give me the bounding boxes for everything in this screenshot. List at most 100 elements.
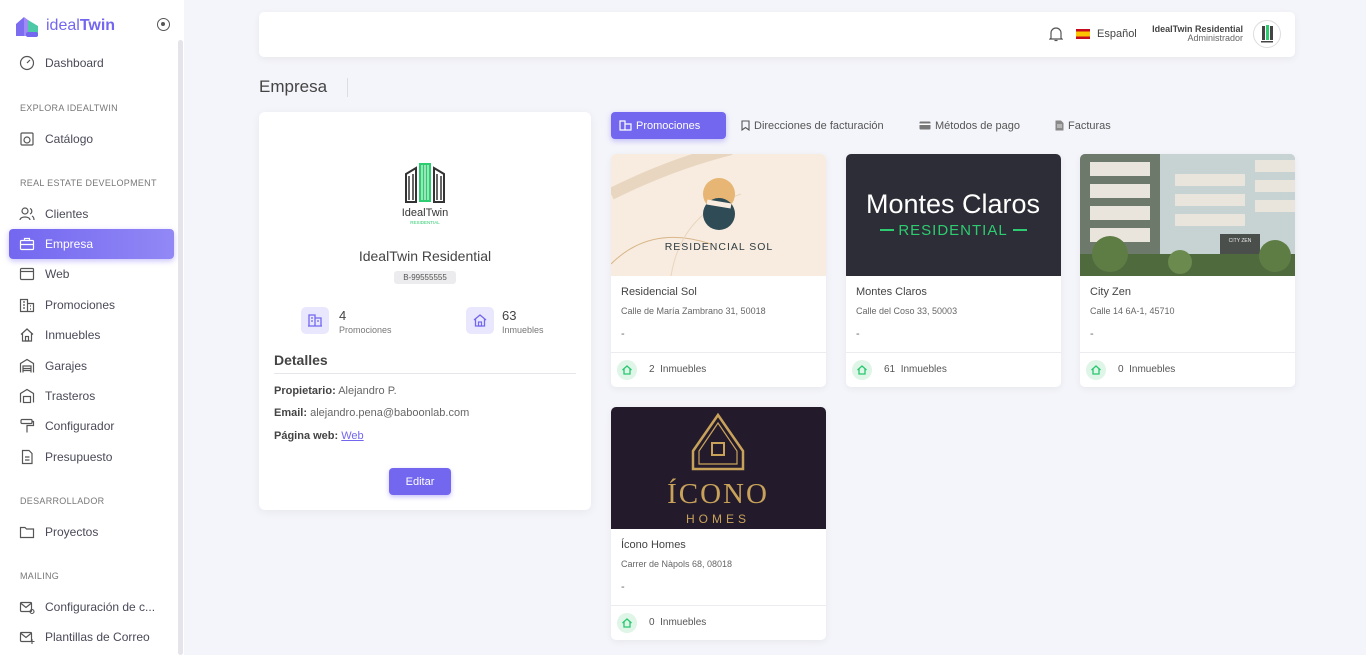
svg-text:IdealTwin: IdealTwin bbox=[402, 207, 448, 219]
top-bar: Español IdealTwin Residential Administra… bbox=[259, 12, 1295, 57]
sidebar-item-label: Inmuebles bbox=[45, 328, 101, 342]
promotion-address: Calle 14 6A-1, 45710 bbox=[1090, 306, 1175, 316]
sidebar-item-trasteros[interactable]: Trasteros bbox=[9, 381, 174, 411]
sidebar: idealTwin Dashboard EXPLORA IDEALTWIN Ca… bbox=[0, 0, 184, 655]
svg-text:RESIDENTIAL: RESIDENTIAL bbox=[410, 220, 440, 225]
sidebar-item-mail-config[interactable]: Configuración de c... bbox=[9, 592, 174, 622]
mail-template-icon bbox=[19, 631, 35, 644]
section-header: REAL ESTATE DEVELOPMENT bbox=[20, 178, 157, 188]
sidebar-item-label: Trasteros bbox=[45, 389, 96, 403]
sidebar-item-empresa[interactable]: Empresa bbox=[9, 229, 174, 259]
promociones-label: Promociones bbox=[339, 325, 392, 335]
users-icon bbox=[19, 207, 35, 221]
house-logo-icon bbox=[16, 17, 38, 37]
sidebar-item-label: Promociones bbox=[45, 298, 116, 312]
divider bbox=[611, 352, 826, 353]
inmuebles-stat-icon bbox=[466, 307, 494, 334]
tab-facturas[interactable]: Facturas bbox=[1047, 112, 1119, 139]
browser-icon bbox=[19, 267, 35, 281]
promotion-name: Ícono Homes bbox=[621, 539, 686, 551]
promotion-card[interactable]: Montes Claros RESIDENTIAL Montes Claros … bbox=[846, 154, 1061, 387]
svg-text:ÍCONO: ÍCONO bbox=[667, 477, 769, 510]
page-title: Empresa bbox=[259, 77, 328, 96]
sidebar-item-configurador[interactable]: Configurador bbox=[9, 411, 174, 441]
sidebar-item-garajes[interactable]: Garajes bbox=[9, 351, 174, 381]
avatar[interactable] bbox=[1253, 20, 1281, 48]
edit-button[interactable]: Editar bbox=[389, 468, 451, 495]
tab-promociones[interactable]: Promociones bbox=[611, 112, 726, 139]
storage-icon bbox=[19, 388, 35, 404]
inmuebles-label: Inmuebles bbox=[502, 325, 544, 335]
buildings-icon bbox=[619, 120, 632, 131]
catalog-icon bbox=[20, 132, 34, 146]
bookmark-icon bbox=[741, 120, 750, 131]
sidebar-item-dashboard[interactable]: Dashboard bbox=[9, 48, 174, 78]
mail-settings-icon bbox=[19, 601, 35, 615]
dashboard-icon bbox=[19, 55, 35, 71]
sidebar-item-label: Empresa bbox=[45, 237, 94, 251]
sidebar-scrollbar[interactable] bbox=[178, 40, 183, 655]
tab-metodos-pago[interactable]: Métodos de pago bbox=[911, 112, 1028, 139]
sidebar-item-clientes[interactable]: Clientes bbox=[9, 199, 174, 229]
sidebar-item-label: Presupuesto bbox=[45, 450, 113, 464]
promociones-count: 4 bbox=[339, 308, 347, 323]
promotion-name: Residencial Sol bbox=[621, 286, 697, 298]
folder-icon bbox=[19, 526, 35, 539]
owner-row: Propietario: Alejandro P. bbox=[274, 385, 397, 397]
home-icon bbox=[852, 360, 872, 380]
divider bbox=[1080, 352, 1295, 353]
company-card: IdealTwin RESIDENTIAL IdealTwin Resident… bbox=[259, 112, 591, 510]
sidebar-toggle-icon[interactable] bbox=[157, 18, 170, 31]
web-row: Página web: Web bbox=[274, 430, 364, 442]
promotion-extra: - bbox=[856, 328, 860, 340]
brand-logo[interactable]: idealTwin bbox=[14, 14, 115, 38]
promotion-card[interactable]: ÍCONO HOMES Ícono Homes Carrer de Nàpols… bbox=[611, 407, 826, 640]
tab-direcciones[interactable]: Direcciones de facturación bbox=[733, 112, 892, 139]
sidebar-item-inmuebles[interactable]: Inmuebles bbox=[9, 320, 174, 350]
sidebar-item-label: Configuración de c... bbox=[45, 600, 156, 614]
buildings-icon bbox=[19, 298, 35, 313]
sidebar-item-web[interactable]: Web bbox=[9, 259, 174, 289]
promotion-count: 0 Inmuebles bbox=[1118, 364, 1176, 375]
sidebar-item-proyectos[interactable]: Proyectos bbox=[9, 517, 174, 547]
promotion-name: Montes Claros bbox=[856, 286, 927, 298]
divider bbox=[347, 78, 348, 97]
bell-icon[interactable] bbox=[1049, 26, 1063, 42]
promotion-image: CITY ZEN bbox=[1080, 154, 1295, 276]
sidebar-item-label: Plantillas de Correo bbox=[45, 630, 150, 644]
promotion-address: Calle del Coso 33, 50003 bbox=[856, 306, 958, 316]
svg-text:HOMES: HOMES bbox=[686, 512, 750, 526]
language-selector[interactable]: Español bbox=[1097, 28, 1137, 40]
home-icon bbox=[1086, 360, 1106, 380]
promotion-image: RESIDENCIAL SOL bbox=[611, 154, 826, 276]
sidebar-item-label: Catálogo bbox=[45, 132, 94, 146]
promotion-card[interactable]: CITY ZEN City Zen Calle 14 6A-1, 45710 -… bbox=[1080, 154, 1295, 387]
promotion-extra: - bbox=[621, 581, 625, 593]
sidebar-item-label: Garajes bbox=[45, 359, 88, 373]
web-link[interactable]: Web bbox=[341, 430, 363, 442]
brand-name: idealTwin bbox=[46, 17, 116, 34]
sidebar-item-presupuesto[interactable]: Presupuesto bbox=[9, 442, 174, 472]
details-title: Detalles bbox=[274, 352, 328, 368]
promotion-address: Calle de María Zambrano 31, 50018 bbox=[621, 306, 766, 316]
sidebar-item-label: Clientes bbox=[45, 207, 89, 221]
promotion-image: Montes Claros RESIDENTIAL bbox=[846, 154, 1061, 276]
spain-flag-icon[interactable] bbox=[1076, 29, 1090, 39]
sidebar-item-mail-templates[interactable]: Plantillas de Correo bbox=[9, 622, 174, 652]
section-header: DESARROLLADOR bbox=[20, 496, 105, 506]
credit-card-icon bbox=[919, 121, 931, 130]
building-logo-icon bbox=[1261, 25, 1273, 43]
svg-text:RESIDENCIAL SOL: RESIDENCIAL SOL bbox=[665, 241, 774, 253]
company-id-badge: B-99555555 bbox=[394, 271, 456, 284]
promotion-card[interactable]: RESIDENCIAL SOL Residencial Sol Calle de… bbox=[611, 154, 826, 387]
sidebar-item-promociones[interactable]: Promociones bbox=[9, 290, 174, 320]
user-role: Administrador bbox=[1187, 33, 1243, 43]
email-row: Email: alejandro.pena@baboonlab.com bbox=[274, 407, 470, 419]
section-header: EXPLORA IDEALTWIN bbox=[20, 103, 118, 113]
home-icon bbox=[20, 328, 34, 342]
garage-icon bbox=[19, 358, 35, 373]
document-icon bbox=[21, 449, 33, 465]
sidebar-item-label: Dashboard bbox=[45, 56, 104, 70]
paint-roller-icon bbox=[20, 418, 35, 433]
sidebar-item-catalogo[interactable]: Catálogo bbox=[9, 124, 174, 154]
